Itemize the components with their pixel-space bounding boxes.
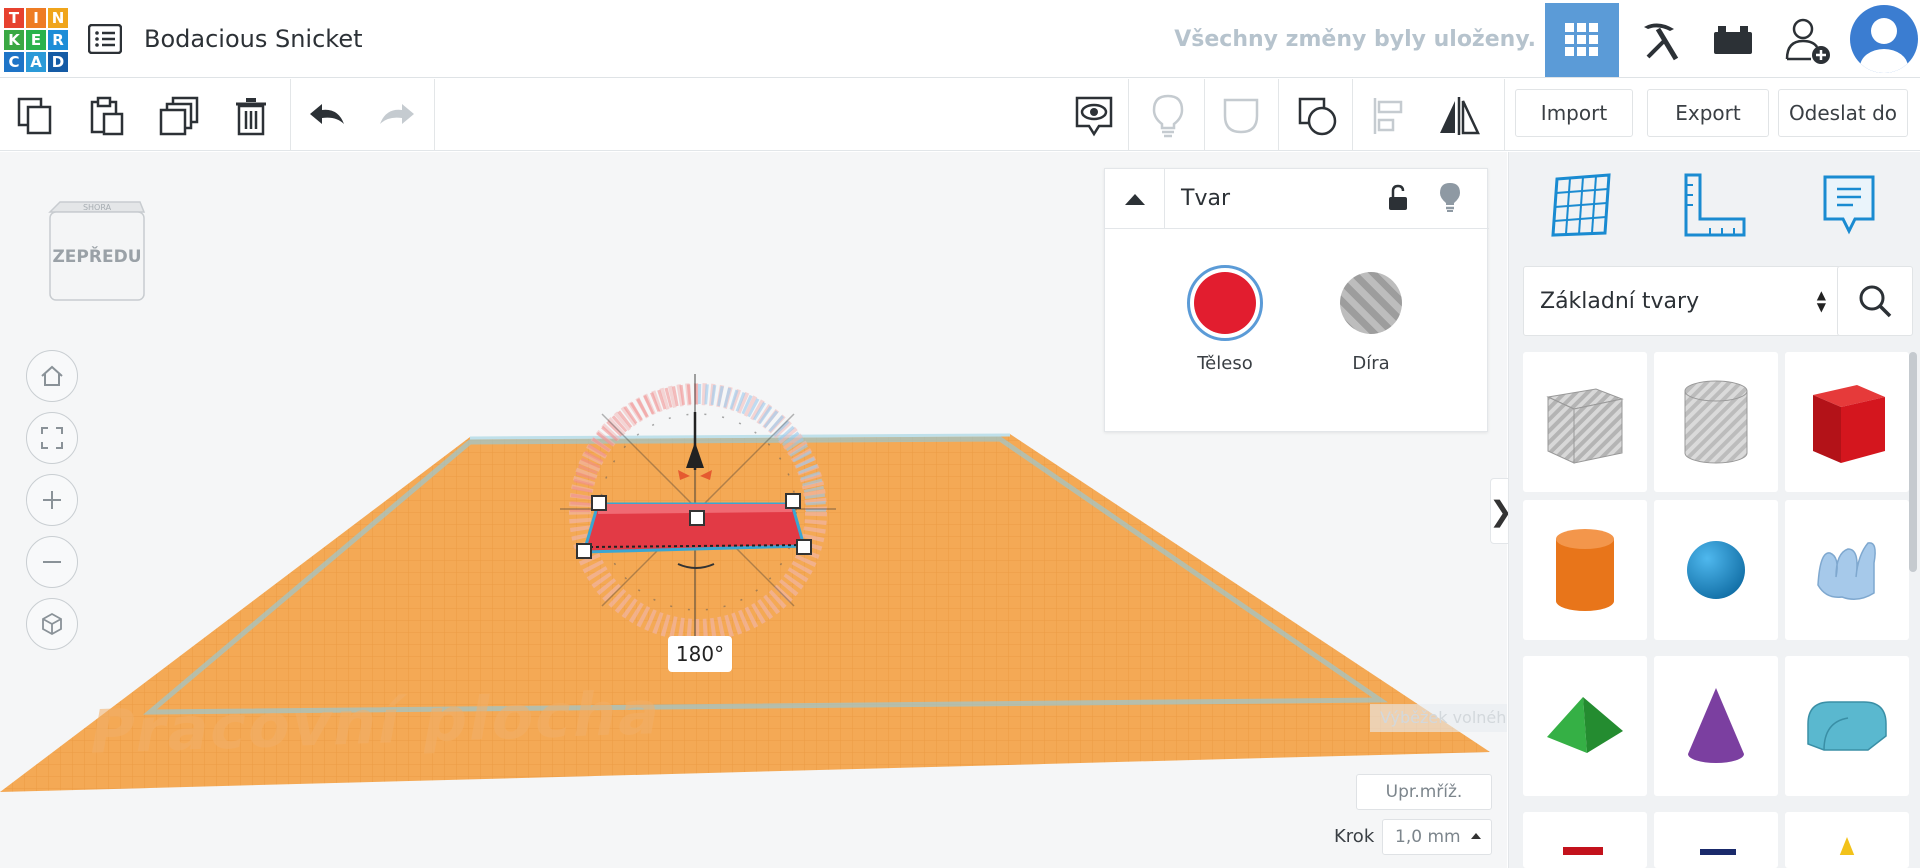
- duplicate-icon[interactable]: [154, 91, 204, 141]
- paste-icon[interactable]: [82, 91, 132, 141]
- add-user-icon[interactable]: [1771, 3, 1845, 77]
- minus-icon: [43, 561, 61, 563]
- search-icon: [1859, 285, 1892, 318]
- shape-tile-cone[interactable]: [1654, 656, 1778, 796]
- caret-up-icon: [1471, 833, 1481, 839]
- shape-tile-sphere[interactable]: [1654, 500, 1778, 640]
- solid-color-swatch[interactable]: [1187, 265, 1263, 341]
- plus-icon: [43, 491, 61, 509]
- view-cube[interactable]: SHORA ZEPŘEDU: [46, 200, 146, 304]
- toolbar-divider: [1504, 79, 1505, 151]
- shape-tile-partial[interactable]: [1523, 812, 1647, 868]
- zoom-out-button[interactable]: [26, 536, 78, 588]
- inspector-header: Tvar: [1105, 169, 1489, 229]
- shapes-panel: Základní tvary ▲ ▼: [1508, 152, 1920, 868]
- pickaxe-icon[interactable]: [1622, 3, 1696, 77]
- shapes-scrollbar[interactable]: [1909, 352, 1917, 572]
- collapse-inspector-button[interactable]: [1105, 169, 1165, 229]
- toolbar-divider: [434, 79, 435, 151]
- design-list-icon[interactable]: [87, 23, 123, 55]
- shape-tile-pyramid[interactable]: [1523, 656, 1647, 796]
- shape-tile-box[interactable]: [1785, 352, 1909, 492]
- toolbar-divider: [1352, 79, 1353, 151]
- home-view-button[interactable]: [26, 350, 78, 402]
- shape-inspector: Tvar Těleso Díra: [1104, 168, 1489, 432]
- shape-category-select[interactable]: Základní tvary ▲ ▼: [1523, 266, 1841, 336]
- lightbulb-icon[interactable]: [1433, 179, 1467, 215]
- hole-label: Díra: [1352, 353, 1390, 374]
- redo-icon[interactable]: [372, 91, 422, 141]
- tooltip: Výběžek volného tvaru: [1370, 704, 1507, 732]
- user-avatar[interactable]: [1850, 5, 1918, 73]
- brick-icon[interactable]: [1696, 3, 1770, 77]
- send-to-button[interactable]: Odeslat do: [1778, 89, 1908, 137]
- design-title[interactable]: Bodacious Snicket: [144, 25, 363, 53]
- notes-visibility-icon[interactable]: [1069, 91, 1119, 141]
- updown-arrows-icon: ▲ ▼: [1816, 288, 1826, 314]
- mirror-icon[interactable]: [1434, 91, 1484, 141]
- snap-grid-label: Krok: [1334, 826, 1375, 847]
- shape-tile-cylinder-hole[interactable]: [1654, 352, 1778, 492]
- zoom-in-button[interactable]: [26, 474, 78, 526]
- copy-icon[interactable]: [10, 91, 60, 141]
- caret-up-icon: [1124, 194, 1145, 205]
- toolbar-divider: [1204, 79, 1205, 151]
- inspector-title: Tvar: [1181, 186, 1230, 211]
- shape-tile-box-hole[interactable]: [1523, 352, 1647, 492]
- toolbar-divider: [290, 79, 291, 151]
- home-icon: [41, 365, 63, 386]
- snap-grid-value: 1,0 mm: [1395, 827, 1461, 847]
- notes-icon[interactable]: [1809, 168, 1889, 244]
- cube-icon: [42, 612, 62, 636]
- shape-tile-roof[interactable]: [1785, 656, 1909, 796]
- save-status: Všechny změny byly uloženy.: [1174, 27, 1536, 52]
- perspective-button[interactable]: [26, 598, 78, 650]
- fit-icon: [41, 427, 63, 449]
- ungroup-icon[interactable]: [1292, 91, 1342, 141]
- shape-tile-partial[interactable]: [1654, 812, 1778, 868]
- ruler-icon[interactable]: [1675, 168, 1755, 244]
- toolbar-divider: [1278, 79, 1279, 151]
- shape-tile-partial[interactable]: [1785, 812, 1909, 868]
- search-shapes-button[interactable]: [1837, 266, 1913, 336]
- view-cube-top-label: SHORA: [83, 203, 112, 212]
- undo-icon[interactable]: [302, 91, 352, 141]
- view-cube-face-label: ZEPŘEDU: [52, 245, 141, 267]
- fit-view-button[interactable]: [26, 412, 78, 464]
- trash-icon[interactable]: [226, 91, 276, 141]
- solid-label: Těleso: [1197, 353, 1253, 374]
- toolbar-divider: [1128, 79, 1129, 151]
- align-icon[interactable]: [1364, 91, 1414, 141]
- edit-toolbar: Import Export Odeslat do: [0, 79, 1920, 151]
- tinkercad-logo[interactable]: T I N K E R C A D: [4, 8, 68, 72]
- snap-grid-select[interactable]: 1,0 mm: [1382, 819, 1492, 855]
- workplane-tool-icon[interactable]: [1543, 168, 1623, 244]
- unlock-icon[interactable]: [1381, 181, 1415, 215]
- import-button[interactable]: Import: [1515, 89, 1633, 137]
- hole-swatch[interactable]: [1333, 265, 1409, 341]
- lightbulb-icon[interactable]: [1143, 91, 1193, 141]
- group-icon[interactable]: [1216, 91, 1266, 141]
- 3d-design-view-icon[interactable]: [1545, 3, 1619, 77]
- top-bar: T I N K E R C A D Bodacious Snicket Všec…: [0, 0, 1920, 78]
- shape-tile-scribble[interactable]: [1785, 500, 1909, 640]
- export-button[interactable]: Export: [1647, 89, 1769, 137]
- edit-grid-button[interactable]: Upr.mříž.: [1356, 774, 1492, 810]
- rotation-readout: 180°: [668, 636, 732, 672]
- shape-tile-cylinder[interactable]: [1523, 500, 1647, 640]
- shape-category-value: Základní tvary: [1540, 288, 1700, 314]
